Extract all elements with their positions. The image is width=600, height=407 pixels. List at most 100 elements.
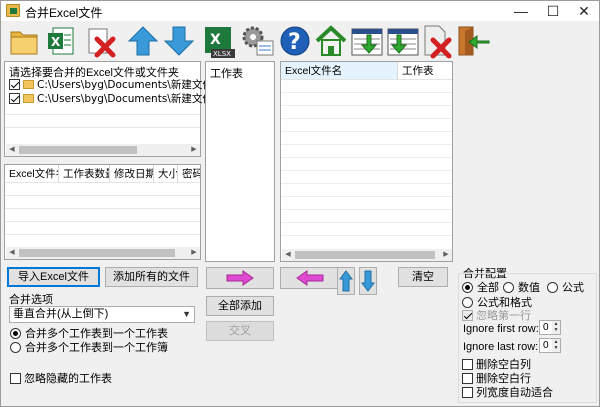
xlsx-icon: X XLSX <box>205 27 235 58</box>
scroll-right-icon[interactable]: ▶ <box>440 249 452 261</box>
folder-item-path: C:\Users\byg\Documents\新建文件夹 <box>37 93 224 105</box>
exit-button[interactable] <box>455 23 491 59</box>
result-col-header[interactable]: Excel文件名 <box>281 62 398 80</box>
add-folder-button[interactable] <box>7 23 43 59</box>
result-move-up-button[interactable] <box>337 267 355 295</box>
scroll-left-icon[interactable]: ◀ <box>6 144 18 156</box>
folder-icon <box>23 94 34 103</box>
files-col-header[interactable]: 修改日期 <box>110 165 154 183</box>
settings-icon <box>242 26 274 56</box>
list-import-icon <box>351 28 383 56</box>
result-table-scrollbar[interactable]: ◀ ▶ <box>282 249 452 261</box>
files-col-header[interactable]: Excel文件名 <box>5 165 59 183</box>
scroll-right-icon[interactable]: ▶ <box>188 144 200 156</box>
merge-direction-select[interactable]: 垂直合并(从上倒下) ▼ <box>9 306 195 323</box>
ignore-last-row-value: 0 <box>543 340 549 351</box>
checkbox-indicator <box>462 310 473 321</box>
import-list-button[interactable] <box>349 23 385 59</box>
close-button[interactable]: ✕ <box>569 1 599 21</box>
result-table[interactable]: Excel文件名 工作表 ◀ ▶ <box>280 61 453 262</box>
home-button[interactable] <box>313 23 349 59</box>
autofit-width-checkbox[interactable]: 列宽度自动适合 <box>462 384 553 400</box>
result-table-rows <box>281 80 452 240</box>
files-table-scrollbar[interactable]: ◀ ▶ <box>6 247 200 259</box>
ignore-first-row-checkbox[interactable]: 忽略第一行 <box>462 307 531 323</box>
ignore-first-row-value: 0 <box>543 322 549 333</box>
merge-direction-value: 垂直合并(从上倒下) <box>13 308 109 320</box>
toolbar: X X XLSX ? <box>1 21 599 61</box>
config-all-label: 全部 <box>477 282 499 294</box>
ignore-last-row-input[interactable]: 0 ▲ ▼ <box>539 338 561 353</box>
add-all-button[interactable]: 全部添加 <box>206 296 274 316</box>
move-left-button[interactable] <box>280 267 340 289</box>
spin-arrows-icon[interactable]: ▲ ▼ <box>552 339 560 352</box>
delete-icon <box>88 28 116 58</box>
app-icon <box>6 4 20 17</box>
arrow-up-icon <box>339 270 353 292</box>
folder-icon <box>10 31 38 55</box>
files-col-header[interactable]: 工作表数量 <box>59 165 110 183</box>
radio-indicator <box>10 328 21 339</box>
export-list-button[interactable] <box>385 23 421 59</box>
merge-mode-workbook-radio[interactable]: 合并多个工作表到一个工作簿 <box>10 339 168 355</box>
folder-item[interactable]: C:\Users\byg\Documents\新建文件夹 <box>9 91 224 105</box>
scroll-thumb[interactable] <box>19 146 137 154</box>
sheets-list[interactable]: 工作表 <box>205 61 275 262</box>
scroll-right-icon[interactable]: ▶ <box>188 247 200 259</box>
files-table-rows <box>5 183 200 243</box>
import-excel-button[interactable]: 导入Excel文件 <box>7 267 100 287</box>
checkbox-indicator <box>462 387 473 398</box>
config-all-radio[interactable]: 全部 <box>462 279 499 295</box>
radio-indicator <box>503 282 514 293</box>
add-excel-button[interactable]: X <box>43 23 79 59</box>
scroll-left-icon[interactable]: ◀ <box>282 249 294 261</box>
result-move-down-button[interactable] <box>359 267 377 295</box>
ignore-last-row-count-label: Ignore last row: <box>463 341 539 353</box>
move-down-button[interactable] <box>161 23 197 59</box>
autofit-width-label: 列宽度自动适合 <box>476 387 554 399</box>
scroll-thumb[interactable] <box>19 249 175 257</box>
folder-list-scrollbar[interactable]: ◀ ▶ <box>6 144 200 156</box>
files-col-header[interactable]: 大小 <box>154 165 178 183</box>
radio-indicator <box>547 282 558 293</box>
folder-item-checkbox[interactable] <box>9 93 20 104</box>
list-export-icon <box>387 28 419 56</box>
scroll-left-icon[interactable]: ◀ <box>6 247 18 259</box>
help-icon: ? <box>280 26 310 56</box>
add-all-files-button[interactable]: 添加所有的文件 <box>105 267 198 287</box>
radio-indicator <box>10 342 21 353</box>
remove-button[interactable] <box>83 23 119 59</box>
help-button[interactable]: ? <box>277 23 313 59</box>
files-table[interactable]: Excel文件名 工作表数量 修改日期 大小 密码 ◀ ▶ <box>4 164 201 260</box>
result-col-header[interactable]: 工作表 <box>398 62 452 80</box>
maximize-button[interactable]: ☐ <box>538 1 568 21</box>
xlsx-button[interactable]: X XLSX <box>201 23 237 59</box>
delete-file-button[interactable] <box>419 23 455 59</box>
arrow-left-icon <box>296 270 324 286</box>
window-title: 合并Excel文件 <box>25 6 103 20</box>
config-formula-radio[interactable]: 公式 <box>547 279 584 295</box>
settings-button[interactable] <box>239 23 275 59</box>
ignore-first-row-input[interactable]: 0 ▲ ▼ <box>539 320 561 335</box>
spin-arrows-icon[interactable]: ▲ ▼ <box>552 321 560 334</box>
ignore-hidden-label: 忽略隐藏的工作表 <box>24 373 113 385</box>
scroll-thumb[interactable] <box>295 251 435 259</box>
cross-button[interactable]: 交叉 <box>206 321 274 341</box>
arrow-down-icon <box>163 26 195 56</box>
files-col-header[interactable]: 密码 <box>178 165 200 183</box>
clear-button[interactable]: 清空 <box>398 267 448 287</box>
svg-text:X: X <box>210 32 221 48</box>
file-delete-icon <box>424 25 452 59</box>
excel-icon: X <box>48 27 74 55</box>
minimize-button[interactable]: — <box>506 1 536 21</box>
folder-item-checkbox[interactable] <box>9 79 20 90</box>
checkbox-indicator <box>462 359 473 370</box>
config-value-radio[interactable]: 数值 <box>503 279 540 295</box>
config-value-label: 数值 <box>518 282 540 294</box>
move-up-button[interactable] <box>125 23 161 59</box>
move-right-button[interactable] <box>206 267 274 289</box>
chevron-down-icon: ▼ <box>182 309 191 319</box>
folder-icon <box>23 80 34 89</box>
checkbox-indicator <box>10 373 21 384</box>
ignore-hidden-checkbox[interactable]: 忽略隐藏的工作表 <box>10 370 112 386</box>
